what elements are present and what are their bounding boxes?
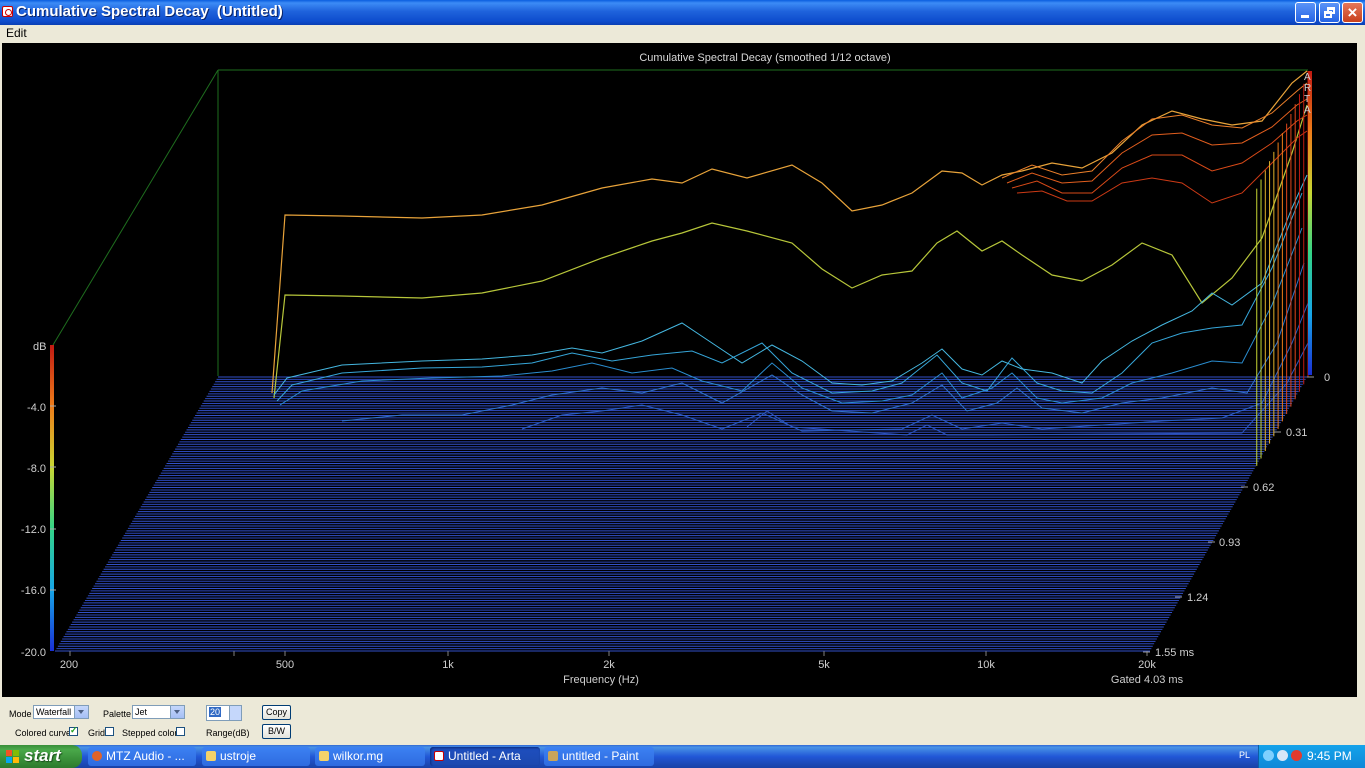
- system-tray: PL 9:45 PM: [1239, 745, 1365, 768]
- spin-down-icon[interactable]: [229, 713, 241, 720]
- db-tick-label: -12.0: [21, 524, 46, 536]
- waterfall-chart: Cumulative Spectral Decay (smoothed 1/12…: [21, 52, 1330, 686]
- palette-label: Palette: [103, 709, 132, 719]
- freq-tick-label: 2k: [603, 659, 615, 671]
- maximize-button[interactable]: [1319, 2, 1340, 23]
- chevron-down-icon[interactable]: [74, 706, 88, 718]
- firefox-icon: [92, 751, 102, 761]
- time-tick-label: 1.24: [1187, 592, 1208, 604]
- minimize-icon: [1301, 15, 1309, 18]
- mode-select[interactable]: Waterfall: [33, 705, 89, 719]
- freq-tick-label: 1k: [442, 659, 454, 671]
- colored-curves-label: Colored curves: [15, 728, 76, 738]
- plot-title: Cumulative Spectral Decay (smoothed 1/12…: [639, 52, 890, 64]
- network-icon[interactable]: [1263, 750, 1274, 761]
- language-indicator[interactable]: PL: [1239, 750, 1250, 760]
- frequency-axis-ticks: [69, 651, 1148, 656]
- arta-app-icon[interactable]: [2, 6, 13, 17]
- paint-icon: [548, 751, 558, 761]
- range-spinner[interactable]: 20: [206, 705, 242, 721]
- stepped-colors-label: Stepped colors: [122, 728, 183, 738]
- palette-value: Jet: [135, 707, 148, 717]
- menu-item-edit[interactable]: Edit: [6, 26, 27, 40]
- restore-icon: [1324, 11, 1332, 18]
- decay-curve-10: [341, 262, 1305, 422]
- chevron-down-icon[interactable]: [170, 706, 184, 718]
- range-value[interactable]: 20: [209, 707, 222, 717]
- freq-tick-label: 500: [276, 659, 294, 671]
- db-axis-label: dB: [33, 341, 46, 353]
- taskbar-item-wilkor[interactable]: wilkor.mg: [315, 747, 425, 766]
- close-icon: ×: [1347, 3, 1358, 22]
- mode-value: Waterfall: [36, 707, 72, 717]
- minimize-button[interactable]: [1295, 2, 1316, 23]
- copy-button[interactable]: Copy: [262, 705, 291, 720]
- control-panel: Mode Waterfall Palette Jet Colored curve…: [0, 698, 1365, 745]
- start-label: start: [24, 746, 61, 765]
- freq-tick-label: 20k: [1138, 659, 1156, 671]
- security-alert-icon[interactable]: [1291, 750, 1302, 761]
- frequency-axis-label: Frequency (Hz): [563, 674, 639, 686]
- clock: 9:45 PM: [1307, 749, 1352, 763]
- menu-bar: Edit: [0, 25, 1365, 42]
- start-button[interactable]: start: [0, 745, 82, 768]
- arta-icon: [434, 751, 444, 761]
- folder-icon: [319, 751, 329, 761]
- grid-label: Grid: [88, 728, 106, 738]
- time-tick-label: 1.55 ms: [1155, 647, 1195, 659]
- decay-curve-2: [273, 104, 1308, 399]
- time-tick-label: 0.93: [1219, 537, 1240, 549]
- stepped-colors-checkbox[interactable]: [176, 727, 185, 736]
- decay-curve-9: [279, 227, 1303, 406]
- freq-tick-label: 200: [60, 659, 78, 671]
- window-title: Cumulative Spectral Decay (Untitled): [16, 3, 283, 20]
- taskbar-item-paint[interactable]: untitled - Paint: [544, 747, 654, 766]
- spin-up-icon[interactable]: [229, 706, 241, 713]
- freq-tick-label: 10k: [977, 659, 995, 671]
- time-tick-label: 0.31: [1286, 427, 1307, 439]
- db-tick-label: -16.0: [21, 585, 46, 597]
- db-tick-label: -8.0: [27, 463, 46, 475]
- palette-select[interactable]: Jet: [132, 705, 185, 719]
- db-tick-label: -20.0: [21, 647, 46, 659]
- decay-curve-4: [1006, 98, 1308, 184]
- taskbar: start MTZ Audio - ... ustroje wilkor.mg …: [0, 745, 1365, 768]
- time-tick-label: 0.62: [1253, 482, 1274, 494]
- taskbar-item-arta[interactable]: Untitled - Arta: [430, 747, 540, 766]
- freq-tick-label: 5k: [818, 659, 830, 671]
- taskbar-item-mtz-audio[interactable]: MTZ Audio - ...: [88, 747, 196, 766]
- volume-icon[interactable]: [1277, 750, 1288, 761]
- title-bar[interactable]: Cumulative Spectral Decay (Untitled) ×: [0, 0, 1365, 25]
- grid-checkbox[interactable]: [105, 727, 114, 736]
- right-color-scale: [1308, 71, 1312, 375]
- plot-frame: [52, 69, 1308, 376]
- range-label: Range(dB): [206, 728, 250, 738]
- time-tick-label: 0: [1324, 372, 1330, 384]
- decay-curve-7: [273, 174, 1308, 396]
- decay-curves: [271, 70, 1309, 436]
- mode-label: Mode: [9, 709, 32, 719]
- close-button[interactable]: ×: [1342, 2, 1363, 23]
- taskbar-item-ustroje[interactable]: ustroje: [202, 747, 310, 766]
- waterfall-floor: [55, 376, 1307, 652]
- folder-icon: [206, 751, 216, 761]
- waterfall-plot: Cumulative Spectral Decay (smoothed 1/12…: [2, 43, 1357, 697]
- gated-label: Gated 4.03 ms: [1111, 674, 1184, 686]
- bw-button[interactable]: B/W: [262, 724, 291, 739]
- waterfall-right-edge: [1256, 71, 1309, 466]
- db-color-scale: [50, 345, 54, 651]
- colored-curves-checkbox[interactable]: [69, 725, 78, 736]
- windows-logo-icon: [6, 750, 19, 763]
- db-tick-label: -4.0: [27, 402, 46, 414]
